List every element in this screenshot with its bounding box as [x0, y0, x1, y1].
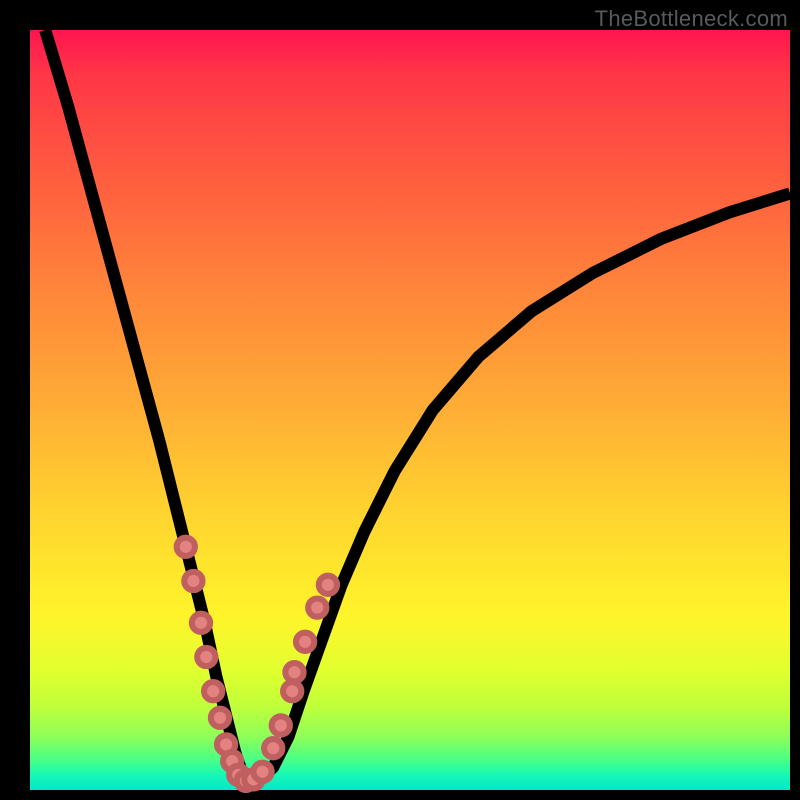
- chart-stage: TheBottleneck.com: [0, 0, 800, 800]
- chart-svg: [30, 30, 790, 790]
- sample-point: [211, 709, 229, 727]
- sample-point: [197, 648, 215, 666]
- sample-point: [285, 663, 303, 681]
- plot-area: [30, 30, 790, 790]
- sample-point: [272, 716, 290, 734]
- sample-point: [204, 682, 222, 700]
- sample-point: [296, 633, 314, 651]
- sample-point: [308, 598, 326, 616]
- bottleneck-curve: [45, 30, 790, 782]
- sample-point: [253, 763, 271, 781]
- sample-point: [283, 682, 301, 700]
- sample-point: [319, 576, 337, 594]
- sample-point: [264, 739, 282, 757]
- sample-point: [184, 572, 202, 590]
- watermark-label: TheBottleneck.com: [595, 6, 788, 32]
- sample-point: [192, 614, 210, 632]
- sample-point: [177, 538, 195, 556]
